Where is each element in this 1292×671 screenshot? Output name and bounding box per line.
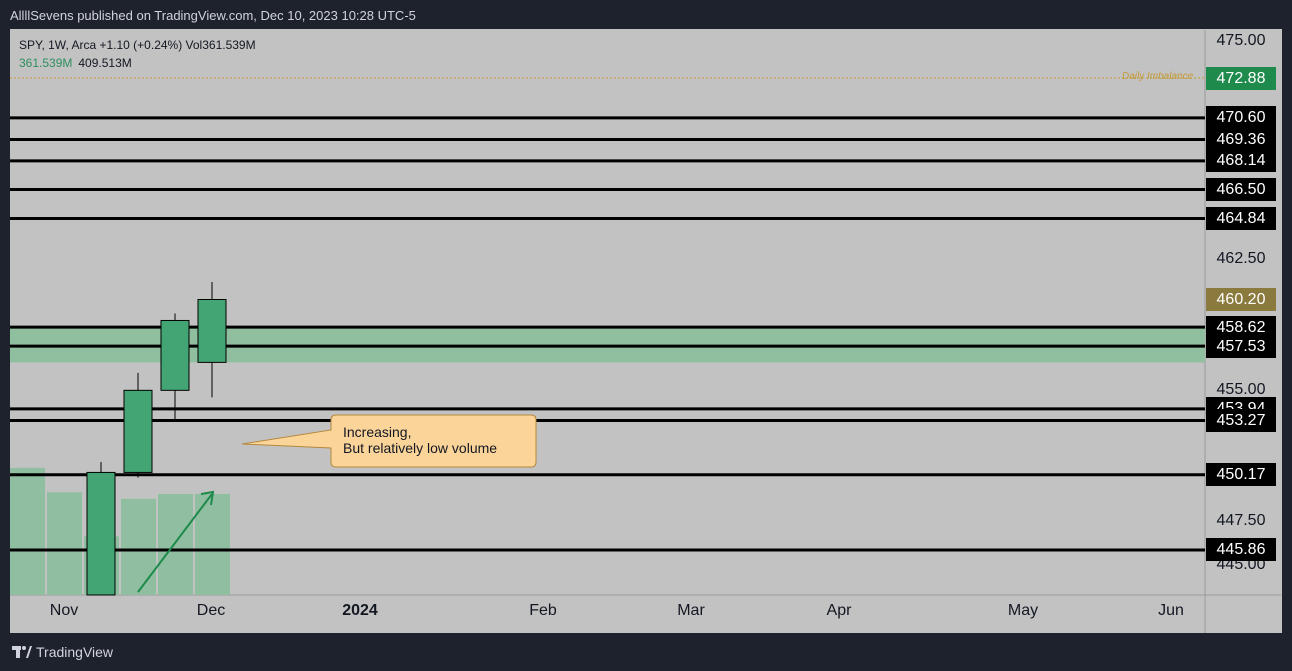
y-tick-label: 447.50 bbox=[1216, 512, 1266, 530]
tradingview-brand: TradingView bbox=[36, 644, 114, 660]
volume-bar bbox=[121, 498, 156, 595]
volume-bar bbox=[10, 467, 45, 595]
volume-legend: 361.539M 409.513M bbox=[19, 56, 132, 70]
footer-bar: TradingView bbox=[0, 634, 1292, 671]
candle-body[interactable] bbox=[197, 299, 227, 363]
level-price-tag: 464.84 bbox=[1206, 206, 1276, 230]
level-price-tag: 453.27 bbox=[1206, 409, 1276, 433]
x-tick-label: Apr bbox=[826, 602, 852, 619]
tradingview-logo-icon bbox=[12, 646, 32, 658]
y-tick-label: 462.50 bbox=[1216, 250, 1266, 268]
x-tick-label: May bbox=[1007, 602, 1039, 619]
x-tick-label: Mar bbox=[677, 602, 705, 619]
callout-line-1: Increasing, bbox=[343, 424, 412, 440]
x-tick-label: 2024 bbox=[342, 602, 378, 619]
level-price-tag: 445.86 bbox=[1206, 538, 1276, 562]
x-tick-label: Nov bbox=[49, 602, 79, 619]
symbol-legend: SPY, 1W, Arca +1.10 (+0.24%) Vol361.539M bbox=[19, 38, 256, 52]
candle-body[interactable] bbox=[160, 319, 190, 391]
x-tick-label: Feb bbox=[529, 602, 557, 619]
level-price-tag: 470.60 bbox=[1206, 106, 1276, 130]
daily-imbalance-price-tag: 472.88 bbox=[1206, 66, 1276, 90]
level-price-tag: 468.14 bbox=[1206, 149, 1276, 173]
level-price-tag: 457.53 bbox=[1206, 334, 1276, 358]
last-price-tag: 460.20 bbox=[1206, 288, 1276, 311]
x-tick-label: Dec bbox=[196, 602, 226, 619]
daily-imbalance-label: Daily Imbalance bbox=[1122, 71, 1194, 83]
level-price-tag: 469.36 bbox=[1206, 128, 1276, 151]
callout-line-2: But relatively low volume bbox=[343, 440, 498, 456]
volume-bars bbox=[10, 467, 230, 595]
x-tick-label: Jun bbox=[1158, 602, 1184, 619]
candle-body[interactable] bbox=[86, 471, 116, 596]
volume-bar bbox=[47, 492, 82, 595]
chart-svg[interactable] bbox=[0, 0, 1292, 671]
volume-bar bbox=[158, 493, 193, 595]
level-price-tag: 450.17 bbox=[1206, 463, 1276, 487]
level-price-tag: 466.50 bbox=[1206, 177, 1276, 201]
candle-body[interactable] bbox=[123, 389, 153, 473]
volume-ma-value: 409.513M bbox=[78, 56, 132, 70]
callout-text: Increasing, But relatively low volume bbox=[343, 424, 497, 456]
y-tick-label: 475.00 bbox=[1216, 32, 1266, 49]
volume-value: 361.539M bbox=[19, 56, 73, 70]
